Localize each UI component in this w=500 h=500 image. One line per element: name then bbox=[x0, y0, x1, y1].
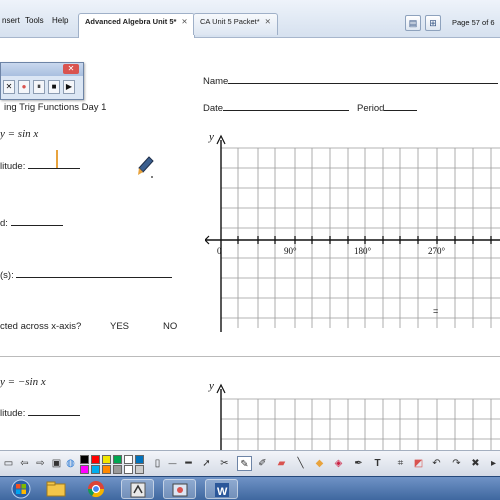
color-swatch-black[interactable] bbox=[80, 455, 89, 464]
recorder-widget[interactable]: ✕ ✕ ● ⏸ ■ ▶ bbox=[0, 62, 84, 100]
x-intercepts-label-1: (s): bbox=[0, 269, 173, 281]
tab-label: Advanced Algebra Unit 5* bbox=[85, 17, 177, 26]
highlighter-icon[interactable]: ✐ bbox=[255, 456, 270, 471]
magic-pen-icon[interactable]: ✒ bbox=[351, 456, 366, 471]
redo-icon[interactable]: ↷ bbox=[449, 456, 464, 471]
tick-label-270: 270° bbox=[428, 246, 446, 256]
page-icon[interactable]: ▣ bbox=[49, 456, 64, 471]
screen-shade-icon[interactable]: ◩ bbox=[411, 456, 426, 471]
record-button[interactable]: ● bbox=[18, 80, 30, 94]
reflect-question-1: cted across x-axis? bbox=[0, 321, 82, 332]
tab-label: CA Unit 5 Packet* bbox=[200, 17, 260, 26]
tab-close-icon[interactable]: ✕ bbox=[265, 17, 271, 26]
tab-close-icon[interactable]: ✕ bbox=[181, 17, 187, 26]
taskbar: W bbox=[0, 476, 500, 500]
page-indicator: Page 57 of 6 bbox=[452, 18, 495, 27]
notebook-app-icon[interactable] bbox=[121, 479, 154, 499]
amplitude-label-2: litude: bbox=[0, 407, 80, 419]
tick-label-90: 90° bbox=[284, 246, 297, 256]
play-button[interactable]: ▶ bbox=[63, 80, 75, 94]
page-icon[interactable]: ▤ bbox=[405, 15, 421, 31]
tick-label-180: 180° bbox=[354, 246, 372, 256]
period-label: Period bbox=[357, 102, 418, 114]
line-thick-icon[interactable]: ━ bbox=[181, 456, 196, 471]
text-cursor bbox=[56, 150, 58, 168]
back-arrow-icon[interactable]: ⇦ bbox=[17, 456, 32, 471]
pen-tool-icon[interactable]: ✎ bbox=[237, 456, 252, 471]
svg-text:W: W bbox=[217, 486, 228, 498]
pause-button[interactable]: ⏸ bbox=[33, 80, 45, 94]
menu-bar: nsert Tools Help Advanced Algebra Unit 5… bbox=[0, 0, 500, 38]
chrome-icon[interactable] bbox=[79, 479, 112, 499]
lesson-title: ing Trig Functions Day 1 bbox=[4, 102, 107, 113]
file-explorer-icon[interactable] bbox=[39, 479, 72, 499]
stop-button[interactable]: ■ bbox=[48, 80, 60, 94]
color-swatch-cyan[interactable] bbox=[91, 465, 100, 474]
tools-bar: ▭ ⇦ ⇨ ▣ ◍ ▯ — ━ ➚ ✂ ✎ ✐ ▰ ╲ ◆ ◈ ✒ T ⌗ ◩ … bbox=[0, 450, 500, 476]
section-divider bbox=[0, 356, 500, 357]
menu-help[interactable]: Help bbox=[52, 16, 68, 25]
graph-1-grid bbox=[221, 147, 500, 328]
stray-mark: = bbox=[433, 306, 438, 316]
screen-icon[interactable]: ▭ bbox=[1, 456, 16, 471]
answer-yes: YES bbox=[110, 321, 130, 332]
graph-2-y-label: y bbox=[208, 380, 214, 392]
pen-cursor-icon bbox=[138, 156, 154, 178]
delete-icon[interactable]: ✖ bbox=[468, 456, 483, 471]
attach-icon[interactable]: ⊞ bbox=[425, 15, 441, 31]
line-tool-icon[interactable]: ╲ bbox=[293, 456, 308, 471]
graph-2: y bbox=[208, 380, 500, 450]
text-tool-icon[interactable]: T bbox=[370, 456, 385, 471]
color-swatch-yellow[interactable] bbox=[102, 455, 111, 464]
equation-2: y = −sin x bbox=[0, 376, 46, 388]
equation-1: y = sin x bbox=[0, 128, 39, 140]
table-icon[interactable]: ⌗ bbox=[393, 456, 408, 471]
select-arrow-icon[interactable]: ➚ bbox=[199, 456, 214, 471]
amplitude-label-1: litude: bbox=[0, 160, 80, 172]
graph-1: y 0 90° 180° 270° = bbox=[205, 131, 500, 332]
color-swatch-magenta[interactable] bbox=[80, 465, 89, 474]
line-width-slider-icon[interactable]: ▯ bbox=[150, 456, 165, 471]
graph-1-y-label: y bbox=[208, 131, 214, 143]
answer-no: NO bbox=[163, 321, 178, 332]
color-swatch-gray[interactable] bbox=[113, 465, 122, 474]
color-swatch-blue[interactable] bbox=[135, 455, 144, 464]
recorder-cancel-button[interactable]: ✕ bbox=[3, 80, 15, 94]
forward-arrow-icon[interactable]: ⇨ bbox=[33, 456, 48, 471]
eraser-icon[interactable]: ▰ bbox=[274, 456, 289, 471]
windows-logo-icon bbox=[11, 479, 30, 499]
line-thin-icon[interactable]: — bbox=[165, 456, 180, 471]
color-swatch-light-gray[interactable] bbox=[135, 465, 144, 474]
graph-2-grid bbox=[221, 398, 500, 450]
tab-ca-unit-packet[interactable]: CA Unit 5 Packet* ✕ bbox=[193, 13, 278, 35]
color-swatch-white-2[interactable] bbox=[124, 465, 133, 474]
period-label-1: d: bbox=[0, 217, 63, 229]
date-label: Date bbox=[203, 102, 350, 114]
name-label: Name bbox=[203, 75, 499, 87]
fill-icon[interactable]: ◈ bbox=[331, 456, 346, 471]
color-swatch-white[interactable] bbox=[124, 455, 133, 464]
menu-insert[interactable]: nsert bbox=[2, 16, 20, 25]
word-icon[interactable]: W bbox=[205, 479, 238, 499]
globe-icon[interactable]: ◍ bbox=[63, 456, 78, 471]
tab-advanced-algebra[interactable]: Advanced Algebra Unit 5* ✕ bbox=[78, 13, 195, 38]
color-swatch-green[interactable] bbox=[113, 455, 122, 464]
graph-1-origin-label: 0 bbox=[217, 246, 222, 256]
tools-icon[interactable]: ✂ bbox=[217, 456, 232, 471]
shapes-icon[interactable]: ◆ bbox=[312, 456, 327, 471]
color-swatch-orange[interactable] bbox=[102, 465, 111, 474]
start-button[interactable] bbox=[4, 479, 37, 499]
menu-tools[interactable]: Tools bbox=[25, 16, 44, 25]
recorder-app-icon[interactable] bbox=[163, 479, 196, 499]
color-swatch-red[interactable] bbox=[91, 455, 100, 464]
undo-icon[interactable]: ↶ bbox=[429, 456, 444, 471]
more-tools-icon[interactable]: ▸ bbox=[486, 456, 500, 471]
recorder-close-button[interactable]: ✕ bbox=[63, 64, 79, 74]
